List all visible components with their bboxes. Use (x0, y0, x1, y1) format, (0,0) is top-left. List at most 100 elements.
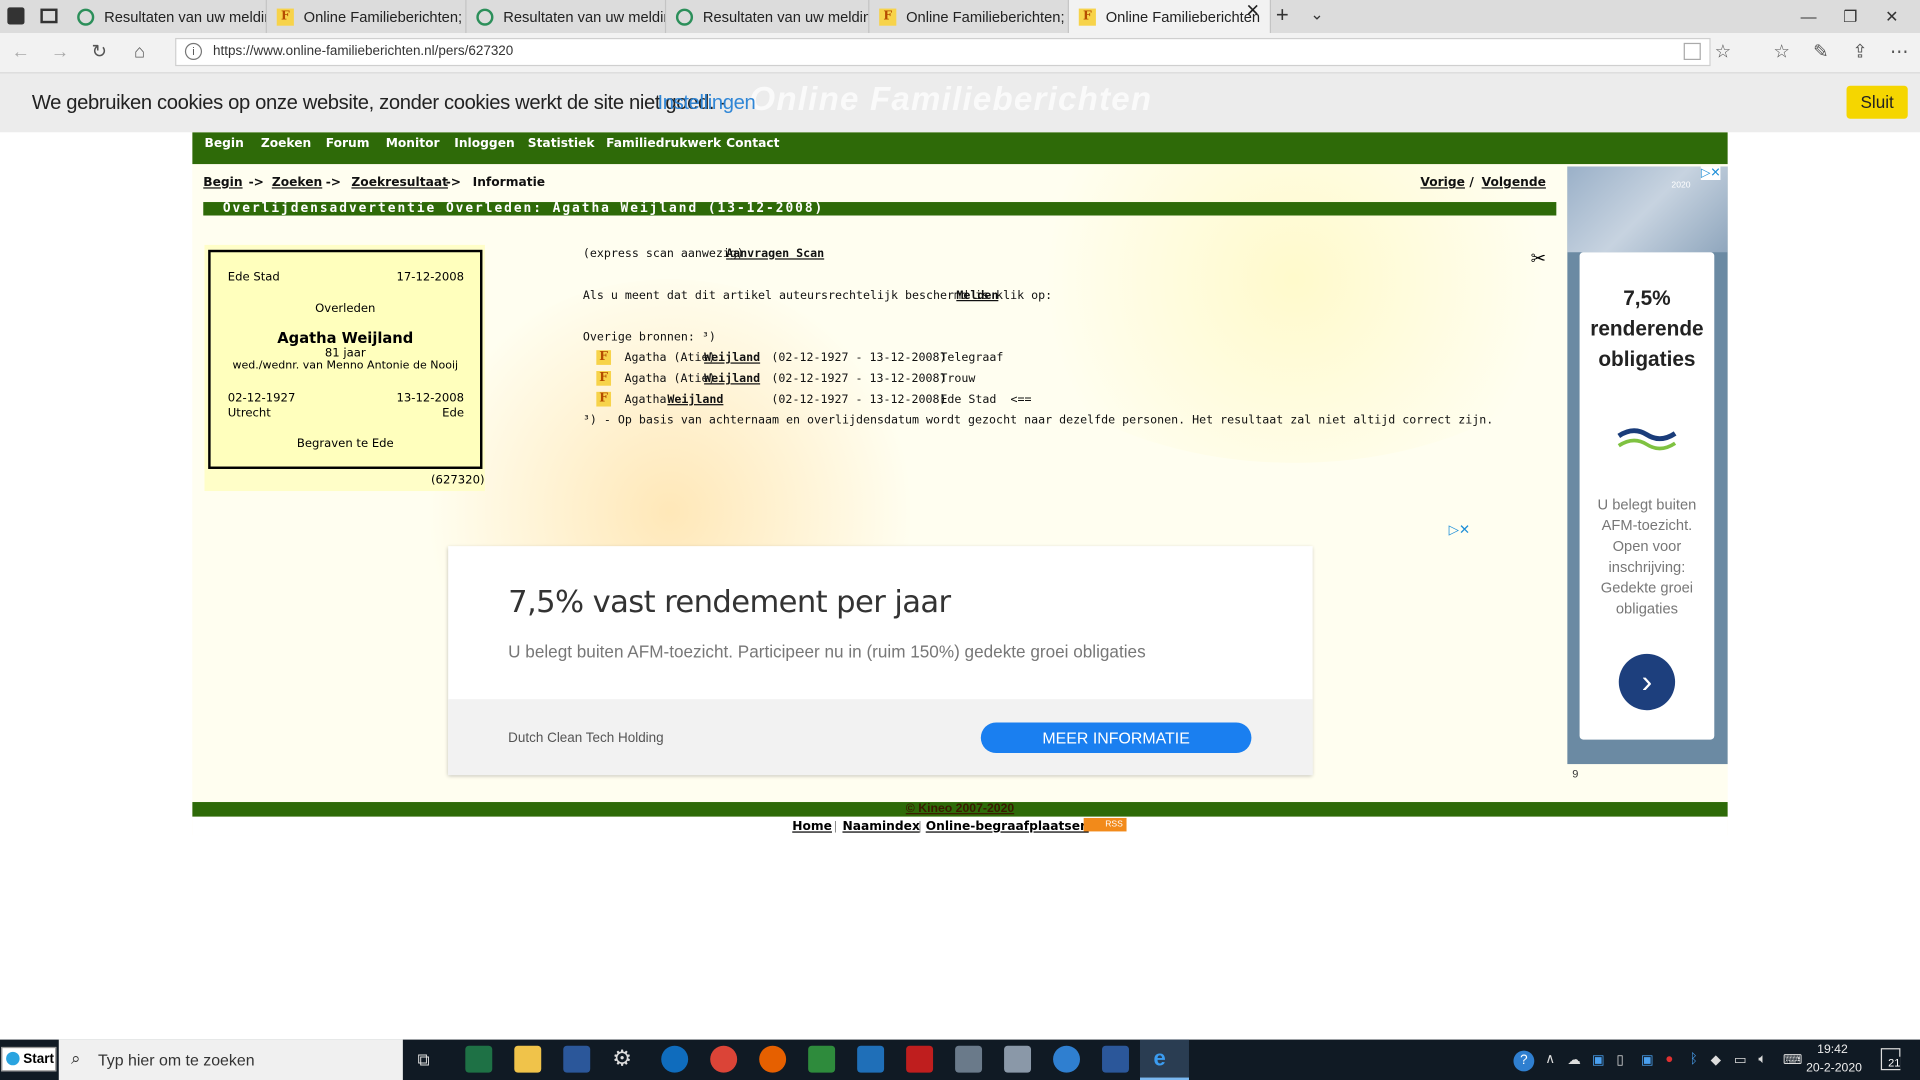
tab-list-chevron-icon[interactable]: ⌄ (1310, 5, 1323, 25)
nav-contact[interactable]: Contact (726, 132, 779, 156)
source-surname-link[interactable]: Weijland (704, 372, 760, 385)
excel-icon[interactable] (465, 1045, 493, 1073)
breadcrumb-begin[interactable]: Begin (203, 176, 242, 189)
nav-familiedrukwerk[interactable]: Familiedrukwerk (606, 132, 721, 156)
browser-tab-bar: Resultaten van uw meldinge F Online Famil… (0, 0, 1920, 34)
clock-time[interactable]: 19:42 (1817, 1043, 1848, 1056)
volume-icon[interactable]: 🔈︎ (1758, 1052, 1766, 1068)
tab-5[interactable]: F Online Familieberichten; Ov (869, 0, 1069, 34)
set-aside-tabs-icon[interactable] (40, 8, 58, 24)
word-icon[interactable] (1102, 1045, 1129, 1073)
tab-3[interactable]: Resultaten van uw meldinge (467, 0, 667, 34)
tab-2[interactable]: F Online Familieberichten; Ov (267, 0, 467, 34)
window-app-icon[interactable] (857, 1045, 885, 1073)
site-info-icon[interactable]: i (184, 42, 203, 61)
word-icon[interactable] (563, 1045, 591, 1073)
scissors-icon[interactable]: ✂ (1531, 247, 1546, 270)
clock-date[interactable]: 20-2-2020 (1806, 1062, 1862, 1075)
tab-label: Resultaten van uw meldinge (104, 7, 266, 26)
window-close-icon[interactable]: ✕ (1864, 0, 1920, 33)
address-bar[interactable]: i https://www.online-familieberichten.nl… (175, 37, 1711, 67)
settings-gear-icon[interactable]: ⚙ (612, 1046, 632, 1072)
reading-view-icon[interactable] (1683, 42, 1701, 61)
source-surname-link[interactable]: Weijland (704, 351, 760, 364)
footer-naamindex-link[interactable]: Naamindex (842, 820, 919, 833)
nav-zoeken[interactable]: Zoeken (261, 132, 311, 156)
tab-4[interactable]: Resultaten van uw meldinge (666, 0, 870, 34)
favorite-star-icon[interactable]: ☆ (1704, 33, 1741, 72)
footer-begraafplaatsen-link[interactable]: Online-begraafplaatsen (926, 820, 1089, 833)
scanner-app-icon[interactable] (1004, 1045, 1032, 1073)
filezilla-icon[interactable] (906, 1045, 934, 1073)
tab-6-active[interactable]: F Online Familieberichten ✕ (1068, 0, 1272, 34)
tray-chevron-icon[interactable]: ∧ (1545, 1051, 1555, 1067)
back-icon[interactable]: ← (2, 33, 39, 72)
tab-label: Online Familieberichten (1105, 7, 1261, 26)
familieberichten-icon: F (1078, 7, 1096, 26)
breadcrumb-zoeken[interactable]: Zoeken (272, 176, 322, 189)
alert-icon[interactable]: ● (1665, 1052, 1673, 1067)
rss-icon[interactable]: RSS (1083, 817, 1127, 832)
report-link[interactable]: Melden (956, 289, 998, 302)
source-surname-link[interactable]: Weijland (667, 393, 723, 406)
ad-cta-button[interactable]: MEER INFORMATIE (980, 722, 1252, 754)
chevron-right-icon[interactable]: › (1618, 653, 1676, 711)
start-button[interactable]: Start (1, 1046, 57, 1072)
nav-forum[interactable]: Forum (326, 132, 370, 156)
device-app-icon[interactable] (955, 1045, 983, 1073)
card-birth-date: 02-12-1927 (227, 391, 296, 406)
cloud-icon[interactable]: ☁ (1567, 1052, 1580, 1068)
cookie-close-button[interactable]: Sluit (1846, 85, 1908, 119)
close-tab-icon[interactable]: ✕ (1246, 0, 1260, 21)
usb-icon[interactable]: ▯ (1616, 1052, 1623, 1068)
breadcrumb-zoekresultaat[interactable]: Zoekresultaat (351, 176, 448, 189)
new-tab-icon[interactable]: + (1276, 2, 1289, 28)
onedrive-icon[interactable]: ▣ (1592, 1052, 1605, 1068)
side-ad-headline[interactable]: 7,5% renderende obligaties (1580, 283, 1715, 375)
nav-statistiek[interactable]: Statistiek (528, 132, 595, 156)
request-scan-link[interactable]: Aanvragen Scan (726, 247, 824, 260)
spreadsheet-icon[interactable] (808, 1045, 836, 1073)
nav-monitor[interactable]: Monitor (386, 132, 440, 156)
familieberichten-icon: F (276, 7, 294, 26)
ad-headline[interactable]: 7,5% vast rendement per jaar (508, 584, 951, 620)
tray-app-icon[interactable]: ▣ (1641, 1052, 1654, 1068)
ad-counter: 9 (1572, 767, 1579, 781)
pen-icon[interactable]: ✎ (1802, 33, 1839, 72)
share-icon[interactable]: ⇪ (1842, 33, 1879, 72)
help-icon[interactable]: ? (1513, 1050, 1535, 1072)
refresh-icon[interactable]: ↻ (81, 33, 118, 72)
cookie-settings-link[interactable]: Instellingen (658, 92, 756, 115)
task-view-icon[interactable]: ⧉ (418, 1049, 430, 1070)
tab-1[interactable]: Resultaten van uw meldinge (67, 0, 267, 34)
url-text[interactable]: https://www.online-familieberichten.nl/p… (213, 44, 513, 59)
adchoices-icon[interactable]: ▷✕ (1700, 166, 1721, 181)
nav-inloggen[interactable]: Inloggen (454, 132, 514, 156)
chrome-icon[interactable] (710, 1045, 738, 1073)
taskbar-search[interactable]: ⌕ Typ hier om te zoeken (58, 1039, 403, 1080)
source-dates: (02-12-1927 - 13-12-2008) (771, 372, 947, 386)
adchoices-icon[interactable]: ▷✕ (1449, 522, 1471, 538)
file-explorer-icon[interactable] (514, 1045, 542, 1073)
forward-icon[interactable]: → (42, 33, 79, 72)
keyboard-icon[interactable]: ⌨ (1783, 1052, 1802, 1068)
nav-begin[interactable]: Begin (204, 132, 243, 156)
dropbox-icon[interactable]: ◆ (1711, 1052, 1721, 1068)
tab-actions-icon[interactable] (7, 7, 25, 25)
favorites-hub-icon[interactable]: ☆ (1763, 33, 1800, 72)
bluetooth-icon[interactable]: ᛒ (1690, 1052, 1698, 1067)
ad-footer: Dutch Clean Tech Holding MEER INFORMATIE (448, 699, 1313, 776)
more-icon[interactable]: ⋯ (1881, 33, 1918, 72)
prev-link[interactable]: Vorige (1420, 176, 1465, 189)
monitor-icon[interactable]: ▭ (1734, 1052, 1747, 1068)
banner-ad[interactable]: 7,5% vast rendement per jaar U belegt bu… (448, 546, 1313, 776)
search-placeholder[interactable]: Typ hier om te zoeken (98, 1051, 255, 1069)
footer-home-link[interactable]: Home (792, 820, 832, 833)
next-link[interactable]: Volgende (1482, 176, 1546, 189)
edge-taskbar-item[interactable]: e (1140, 1039, 1189, 1080)
side-ad[interactable]: 2020 ▷✕ 7,5% renderende obligaties U bel… (1567, 166, 1728, 765)
blue-app-icon[interactable] (1053, 1045, 1081, 1073)
outlook-icon[interactable] (661, 1045, 689, 1073)
firefox-icon[interactable] (759, 1045, 787, 1073)
home-icon[interactable]: ⌂ (121, 33, 158, 72)
